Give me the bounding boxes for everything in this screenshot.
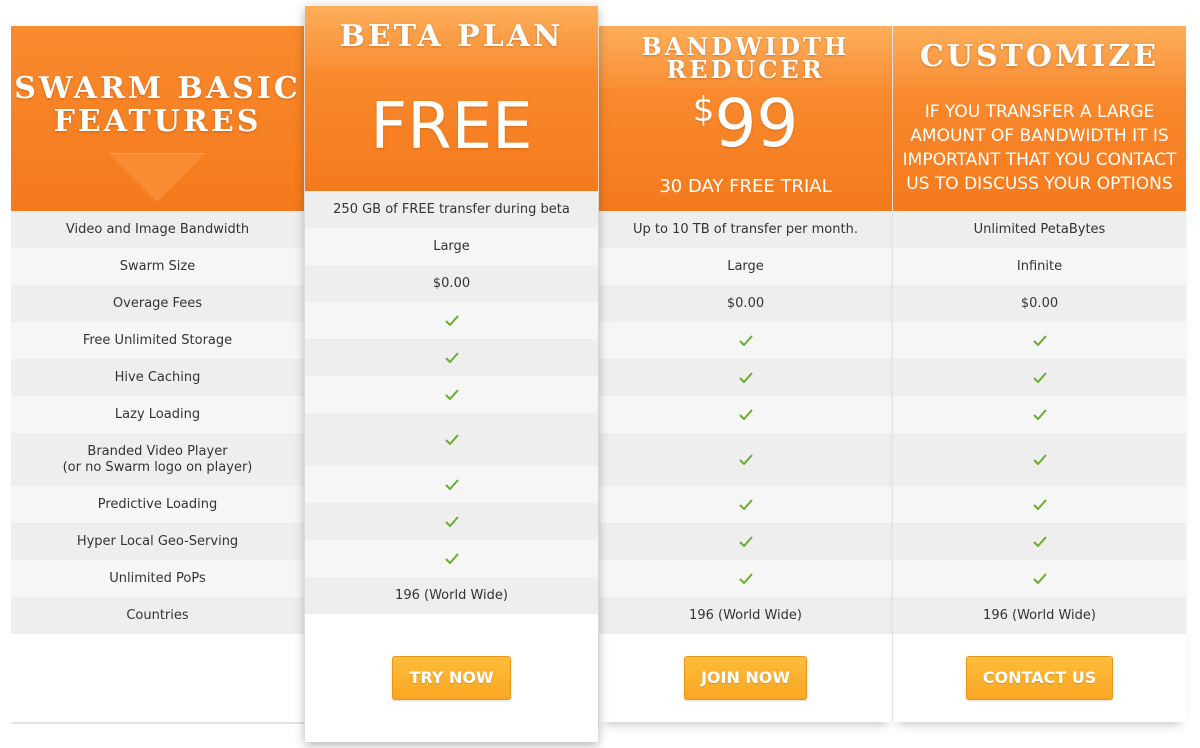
table-cell (305, 413, 598, 466)
check-icon (444, 389, 459, 400)
beta-swarm-size: Large (305, 228, 598, 265)
check-icon (738, 409, 753, 420)
feature-label: Video and Image Bandwidth (11, 211, 304, 248)
beta-plan-name: Beta Plan (339, 19, 564, 54)
table-cell (599, 433, 892, 486)
beta-price: FREE (370, 90, 533, 164)
check-icon (444, 553, 459, 564)
check-icon (1032, 536, 1047, 547)
check-icon (738, 335, 753, 346)
contact-us-button[interactable]: Contact Us (965, 656, 1114, 700)
customize-column: Customize If you transfer a large amount… (893, 26, 1186, 722)
customize-transfer: Unlimited PetaBytes (893, 211, 1186, 248)
table-cell (893, 560, 1186, 597)
check-icon (738, 536, 753, 547)
bandwidth-reducer-column: Bandwidth Reducer $99 30 Day Free Trial … (599, 26, 893, 722)
price-amount: 99 (714, 85, 799, 162)
table-cell (305, 466, 598, 503)
table-cell (599, 396, 892, 433)
down-arrow-icon (109, 154, 205, 202)
bandwidth-swarm-size: Large (599, 248, 892, 285)
features-column: Swarm Basic Features Video and Image Ban… (11, 26, 304, 724)
join-now-button[interactable]: Join Now (683, 656, 808, 700)
check-icon (444, 479, 459, 490)
bandwidth-reducer-name: Bandwidth Reducer (599, 26, 892, 84)
feature-label: Countries (11, 597, 304, 634)
check-icon (444, 352, 459, 363)
feature-label: Free Unlimited Storage (11, 322, 304, 359)
table-cell (599, 322, 892, 359)
check-icon (1032, 454, 1047, 465)
check-icon (1032, 573, 1047, 584)
customize-swarm-size: Infinite (893, 248, 1186, 285)
bandwidth-price-panel: $99 30 Day Free Trial (599, 88, 892, 211)
bandwidth-reducer-header: Bandwidth Reducer (599, 26, 892, 88)
customize-info-panel: If you transfer a large amount of bandwi… (893, 88, 1186, 211)
table-cell (893, 433, 1186, 486)
beta-countries: 196 (World Wide) (305, 577, 598, 614)
feature-label: Branded Video Player (or no Swarm logo o… (11, 433, 304, 486)
beta-overage: $0.00 (305, 265, 598, 302)
check-icon (1032, 499, 1047, 510)
check-icon (738, 372, 753, 383)
feature-label-line: Branded Video Player (87, 443, 228, 459)
check-icon (738, 573, 753, 584)
feature-label: Swarm Size (11, 248, 304, 285)
features-title: Swarm Basic Features (14, 71, 301, 139)
table-cell (893, 486, 1186, 523)
bandwidth-countries: 196 (World Wide) (599, 597, 892, 634)
table-cell (893, 359, 1186, 396)
beta-plan-header: Beta Plan (305, 6, 598, 68)
free-trial-label: 30 Day Free Trial (659, 176, 832, 197)
table-cell (305, 540, 598, 577)
currency-symbol: $ (692, 90, 715, 130)
feature-label-subline: (or no Swarm logo on player) (62, 459, 253, 475)
check-icon (444, 315, 459, 326)
customize-header: Customize (893, 26, 1186, 88)
feature-label: Unlimited PoPs (11, 560, 304, 597)
beta-transfer: 250 GB of FREE transfer during beta (305, 191, 598, 228)
table-cell (893, 322, 1186, 359)
features-header: Swarm Basic Features (11, 26, 304, 211)
table-cell (599, 560, 892, 597)
check-icon (1032, 335, 1047, 346)
beta-plan-column: Beta Plan FREE 250 GB of FREE transfer d… (305, 6, 598, 742)
check-icon (444, 516, 459, 527)
table-cell (305, 503, 598, 540)
feature-label: Predictive Loading (11, 486, 304, 523)
feature-label: Hive Caching (11, 359, 304, 396)
bandwidth-overage: $0.00 (599, 285, 892, 322)
feature-label: Lazy Loading (11, 396, 304, 433)
customize-description: If you transfer a large amount of bandwi… (902, 102, 1177, 194)
table-cell (599, 486, 892, 523)
table-cell (305, 339, 598, 376)
feature-label: Overage Fees (11, 285, 304, 322)
customize-overage: $0.00 (893, 285, 1186, 322)
table-cell (599, 523, 892, 560)
check-icon (444, 434, 459, 445)
table-cell (893, 396, 1186, 433)
table-cell (599, 359, 892, 396)
table-cell (305, 376, 598, 413)
check-icon (1032, 372, 1047, 383)
beta-price-panel: FREE (305, 68, 598, 191)
table-cell (305, 302, 598, 339)
try-now-button[interactable]: Try Now (392, 656, 511, 700)
check-icon (1032, 409, 1047, 420)
customize-name: Customize (919, 39, 1160, 74)
check-icon (738, 499, 753, 510)
table-cell (893, 523, 1186, 560)
bandwidth-reducer-name-line2: Reducer (666, 55, 825, 84)
customize-countries: 196 (World Wide) (893, 597, 1186, 634)
bandwidth-transfer: Up to 10 TB of transfer per month. (599, 211, 892, 248)
bandwidth-price: $99 (599, 88, 892, 160)
feature-label: Hyper Local Geo-Serving (11, 523, 304, 560)
check-icon (738, 454, 753, 465)
